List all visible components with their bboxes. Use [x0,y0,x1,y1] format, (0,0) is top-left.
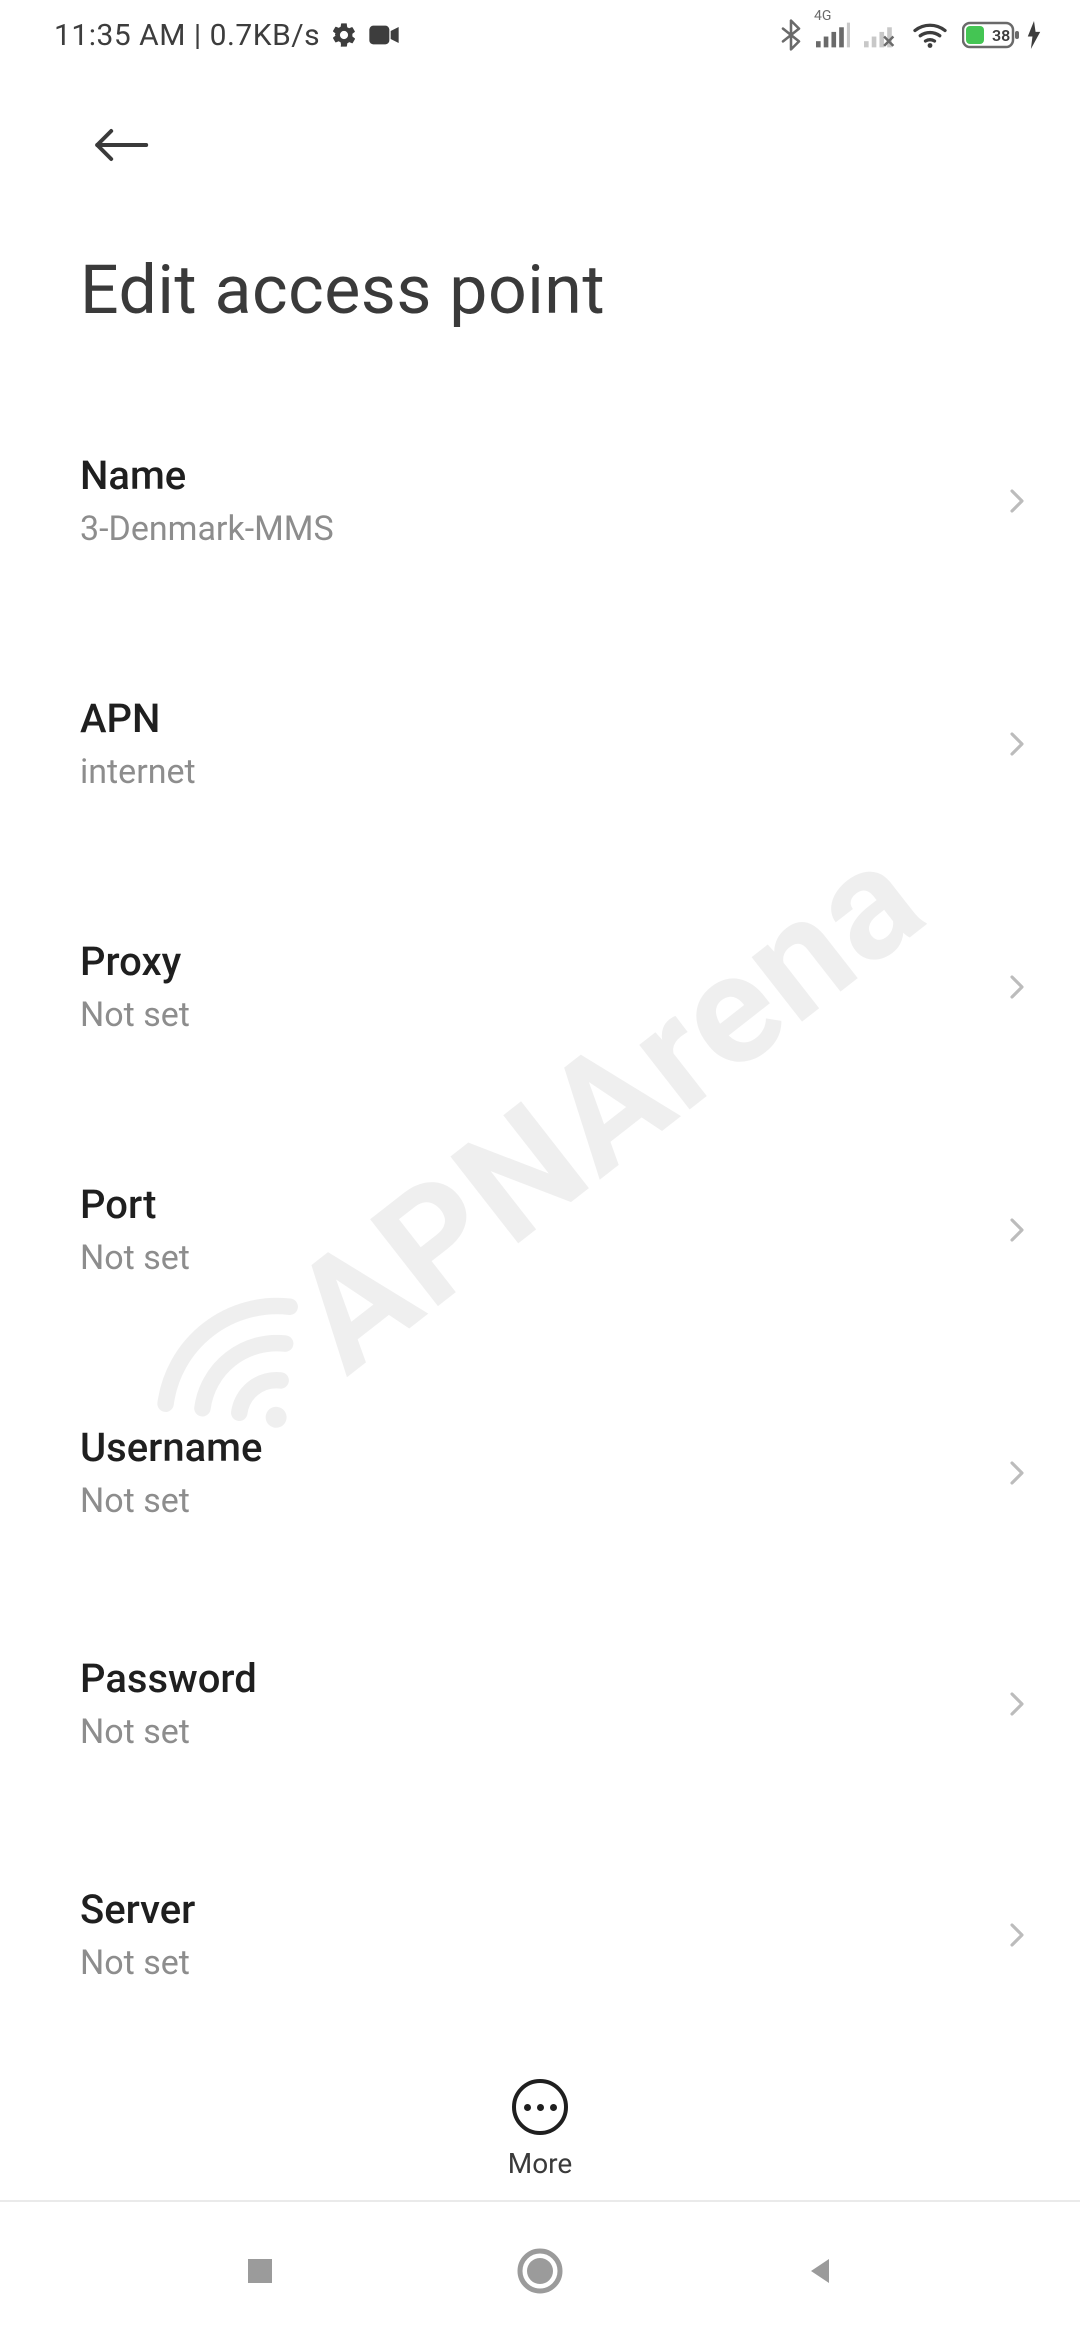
square-icon [242,2253,278,2289]
setting-value: Not set [80,1943,195,1983]
camera-icon [368,23,400,47]
settings-list: Name 3-Denmark-MMS APN internet Proxy No… [0,410,1080,2040]
chevron-right-icon [1002,1215,1032,1245]
triangle-left-icon [802,2253,838,2289]
status-time: 11:35 AM | 0.7KB/s [54,18,320,53]
status-bar: 11:35 AM | 0.7KB/s 4G 38 [0,0,1080,70]
setting-value: Not set [80,995,190,1035]
setting-label: Name [80,452,334,499]
setting-row-port[interactable]: Port Not set [0,1139,1080,1320]
setting-row-server[interactable]: Server Not set [0,1844,1080,2025]
navigation-bar [0,2200,1080,2340]
arrow-left-icon [93,125,149,165]
setting-row-username[interactable]: Username Not set [0,1382,1080,1563]
chevron-right-icon [1002,729,1032,759]
nav-back-button[interactable] [790,2241,850,2301]
more-button[interactable]: More [508,2079,573,2180]
chevron-right-icon [1002,486,1032,516]
nav-home-button[interactable] [510,2241,570,2301]
page-title: Edit access point [80,250,1026,330]
chevron-right-icon [1002,1458,1032,1488]
setting-row-name[interactable]: Name 3-Denmark-MMS [0,410,1080,591]
setting-value: Not set [80,1481,262,1521]
setting-label: Username [80,1424,262,1471]
setting-row-password[interactable]: Password Not set [0,1613,1080,1794]
setting-value: 3-Denmark-MMS [80,509,334,549]
chevron-right-icon [1002,1689,1032,1719]
more-icon [512,2079,568,2135]
setting-label: Port [80,1181,190,1228]
bluetooth-icon [780,19,802,51]
chevron-right-icon [1002,972,1032,1002]
gear-icon [330,21,358,49]
more-label: More [508,2147,573,2180]
svg-text:38: 38 [992,26,1010,45]
setting-row-apn[interactable]: APN internet [0,653,1080,834]
setting-label: APN [80,695,196,742]
chevron-right-icon [1002,1920,1032,1950]
nav-recents-button[interactable] [230,2241,290,2301]
circle-icon [516,2247,564,2295]
setting-value: Not set [80,1712,257,1752]
wifi-icon [912,21,948,49]
setting-row-proxy[interactable]: Proxy Not set [0,896,1080,1077]
signal-no-sim-icon [864,22,898,48]
signal-4g-icon: 4G [816,22,850,48]
setting-value: internet [80,752,196,792]
charging-bolt-icon [1026,21,1042,49]
setting-label: Server [80,1886,195,1933]
back-button[interactable] [86,110,156,180]
setting-label: Proxy [80,938,190,985]
setting-value: Not set [80,1238,190,1278]
setting-label: Password [80,1655,257,1702]
battery-icon: 38 [962,20,1042,50]
